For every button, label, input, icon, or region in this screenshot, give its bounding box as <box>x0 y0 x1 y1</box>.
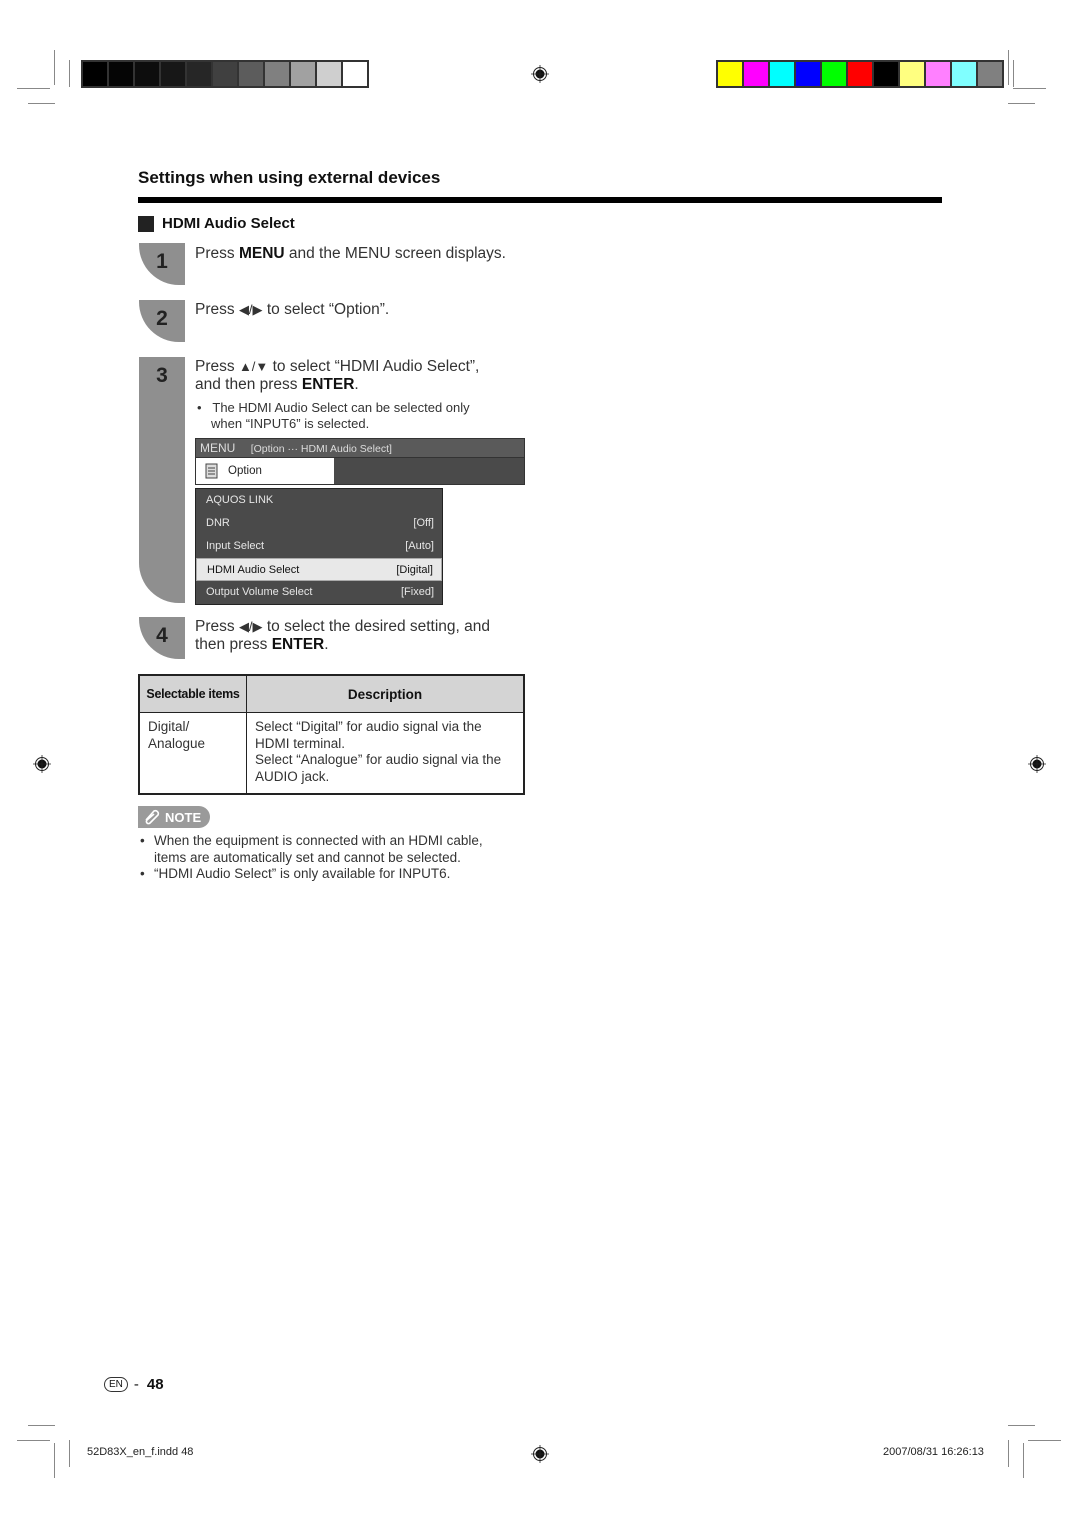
page-title: Settings when using external devices <box>138 168 441 187</box>
timestamp: 2007/08/31 16:26:13 <box>883 1446 984 1458</box>
note-badge: NOTE <box>138 806 210 828</box>
title-rule <box>138 197 942 203</box>
calibration-swatch <box>925 61 951 87</box>
note-item: • When the equipment is connected with an… <box>140 833 483 848</box>
menu-item-input-select[interactable]: Input Select [Auto] <box>196 535 442 558</box>
calibration-swatch <box>769 61 795 87</box>
calibration-swatch <box>82 61 108 87</box>
menu-item-aquos-link[interactable]: AQUOS LINK <box>196 489 442 512</box>
color-calibration-strip <box>716 60 1004 88</box>
menu-label: MENU <box>200 441 236 455</box>
calibration-swatch <box>134 61 160 87</box>
calibration-swatch <box>238 61 264 87</box>
step-number: 2 <box>156 307 168 330</box>
calibration-swatch <box>316 61 342 87</box>
note-item-cont: items are automatically set and cannot b… <box>154 849 461 865</box>
table-row: Digital/ Analogue Select “Digital” for a… <box>138 712 525 795</box>
calibration-swatch <box>847 61 873 87</box>
registration-mark-icon <box>1028 755 1046 773</box>
menu-list: AQUOS LINK DNR [Off] Input Select [Auto] H… <box>195 488 443 605</box>
file-name: 52D83X_en_f.indd 48 <box>87 1446 194 1458</box>
registration-mark-icon <box>33 755 51 773</box>
left-right-arrow-icon: ◀/▶ <box>238 302 263 317</box>
left-right-arrow-icon: ◀/▶ <box>238 619 263 634</box>
step-number: 1 <box>156 250 168 273</box>
gray-calibration-strip <box>81 60 369 88</box>
calibration-swatch <box>743 61 769 87</box>
up-down-arrow-icon: ▲/▼ <box>238 359 269 374</box>
note-item: • “HDMI Audio Select” is only available f… <box>140 866 451 881</box>
calibration-swatch <box>899 61 925 87</box>
crop-mark <box>17 88 50 89</box>
menu-header: MENU [Option ··· HDMI Audio Select] <box>195 438 525 458</box>
crop-mark <box>1008 1425 1035 1426</box>
crop-mark <box>1028 1440 1061 1441</box>
calibration-swatch <box>873 61 899 87</box>
crop-mark <box>1023 1443 1024 1478</box>
crop-mark <box>1008 1440 1009 1467</box>
section-title: HDMI Audio Select <box>162 215 295 232</box>
calibration-swatch <box>821 61 847 87</box>
paperclip-icon <box>145 809 160 825</box>
table-header-row: Selectable items Description <box>138 674 525 713</box>
crop-mark <box>28 103 55 104</box>
crop-mark <box>28 1425 55 1426</box>
menu-item-hdmi-audio-select[interactable]: HDMI Audio Select [Digital] <box>196 558 442 581</box>
menu-breadcrumb: [Option ··· HDMI Audio Select] <box>250 443 392 455</box>
crop-mark <box>69 1440 70 1467</box>
step-3-text: Press ▲/▼ to select “HDMI Audio Select”,… <box>195 358 480 393</box>
calibration-swatch <box>717 61 743 87</box>
step-number: 3 <box>156 364 168 387</box>
menu-item-dnr[interactable]: DNR [Off] <box>196 512 442 535</box>
step-number: 4 <box>156 624 168 647</box>
page-number: EN - 48 <box>104 1376 164 1393</box>
crop-mark <box>1008 50 1009 85</box>
section-heading: HDMI Audio Select <box>138 215 295 232</box>
calibration-swatch <box>108 61 134 87</box>
calibration-swatch <box>795 61 821 87</box>
crop-mark <box>1013 60 1014 87</box>
crop-mark <box>1013 88 1046 89</box>
calibration-swatch <box>951 61 977 87</box>
step-2-text: Press ◀/▶ to select “Option”. <box>195 301 390 318</box>
selectable-items-table: Selectable items Description Digital/ An… <box>138 674 525 795</box>
column-header: Description <box>246 674 525 713</box>
crop-mark <box>54 50 55 85</box>
crop-mark <box>1008 103 1035 104</box>
menu-tab-option[interactable]: Option <box>196 458 334 484</box>
step-3-bullet: • The HDMI Audio Select can be selected … <box>197 400 470 431</box>
calibration-swatch <box>977 61 1003 87</box>
calibration-swatch <box>186 61 212 87</box>
menu-item-output-volume-select[interactable]: Output Volume Select [Fixed] <box>196 581 442 604</box>
notepad-icon <box>205 463 218 479</box>
section-square-icon <box>138 215 154 232</box>
crop-mark <box>69 60 70 87</box>
column-header: Selectable items <box>138 674 247 713</box>
calibration-swatch <box>290 61 316 87</box>
language-badge: EN <box>104 1377 128 1392</box>
calibration-swatch <box>342 61 368 87</box>
step-1-text: Press MENU and the MENU screen displays. <box>195 245 506 262</box>
calibration-swatch <box>160 61 186 87</box>
registration-mark-icon <box>531 1445 549 1463</box>
step-tab <box>139 357 185 603</box>
crop-mark <box>54 1443 55 1478</box>
note-list: • When the equipment is connected with an… <box>138 833 483 883</box>
table-cell-description: Select “Digital” for audio signal via th… <box>246 712 525 795</box>
registration-mark-icon <box>531 65 549 83</box>
calibration-swatch <box>264 61 290 87</box>
table-cell-item: Digital/ Analogue <box>138 712 247 795</box>
step-4-text: Press ◀/▶ to select the desired setting,… <box>195 618 491 653</box>
crop-mark <box>17 1440 50 1441</box>
calibration-swatch <box>212 61 238 87</box>
